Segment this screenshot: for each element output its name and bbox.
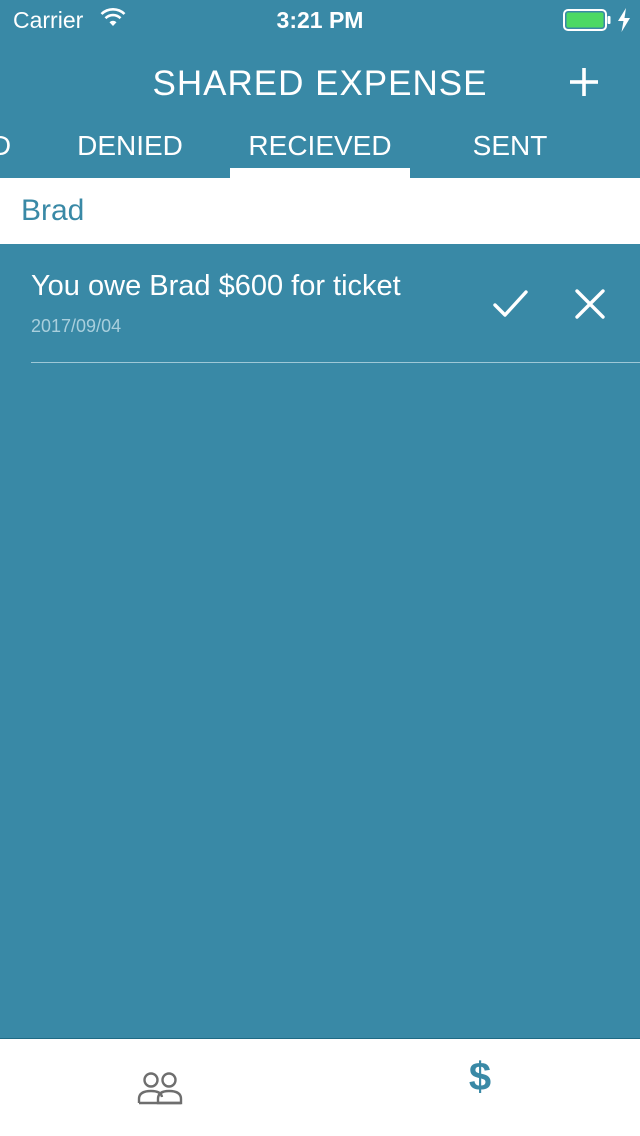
expense-date: 2017/09/04 <box>31 316 122 336</box>
charging-bolt-icon <box>618 8 630 32</box>
status-bar: Carrier 3:21 PM <box>0 0 640 40</box>
people-tab-button[interactable] <box>136 1071 184 1107</box>
expense-tab-button[interactable]: $ <box>452 1055 508 1099</box>
tab-received[interactable]: RECIEVED <box>230 130 410 162</box>
filter-tabs: D DENIED RECIEVED SENT <box>0 118 640 178</box>
tab-denied[interactable]: DENIED <box>40 130 220 162</box>
dollar-icon: $ <box>468 1055 492 1099</box>
checkmark-icon <box>493 290 528 317</box>
section-header: Brad <box>0 178 640 244</box>
add-expense-button[interactable] <box>562 60 606 104</box>
battery-icon <box>563 9 611 31</box>
close-icon <box>575 289 605 319</box>
accept-button[interactable] <box>488 282 532 326</box>
expense-description: You owe Brad $600 for ticket <box>31 270 401 302</box>
deny-button[interactable] <box>568 282 612 326</box>
tab-selected-indicator <box>230 168 410 178</box>
tab-sent[interactable]: SENT <box>420 130 600 162</box>
tab-partial[interactable]: D <box>0 130 16 162</box>
status-time: 3:21 PM <box>276 7 364 33</box>
section-title: Brad <box>21 194 85 227</box>
bottom-tab-bar: $ <box>0 1038 640 1136</box>
row-divider <box>31 362 640 363</box>
people-icon <box>137 1072 183 1105</box>
page-title: SHARED EXPENSE <box>152 64 488 103</box>
plus-icon <box>570 68 598 96</box>
list-item[interactable]: You owe Brad $600 for ticket 2017/09/04 <box>0 244 640 363</box>
